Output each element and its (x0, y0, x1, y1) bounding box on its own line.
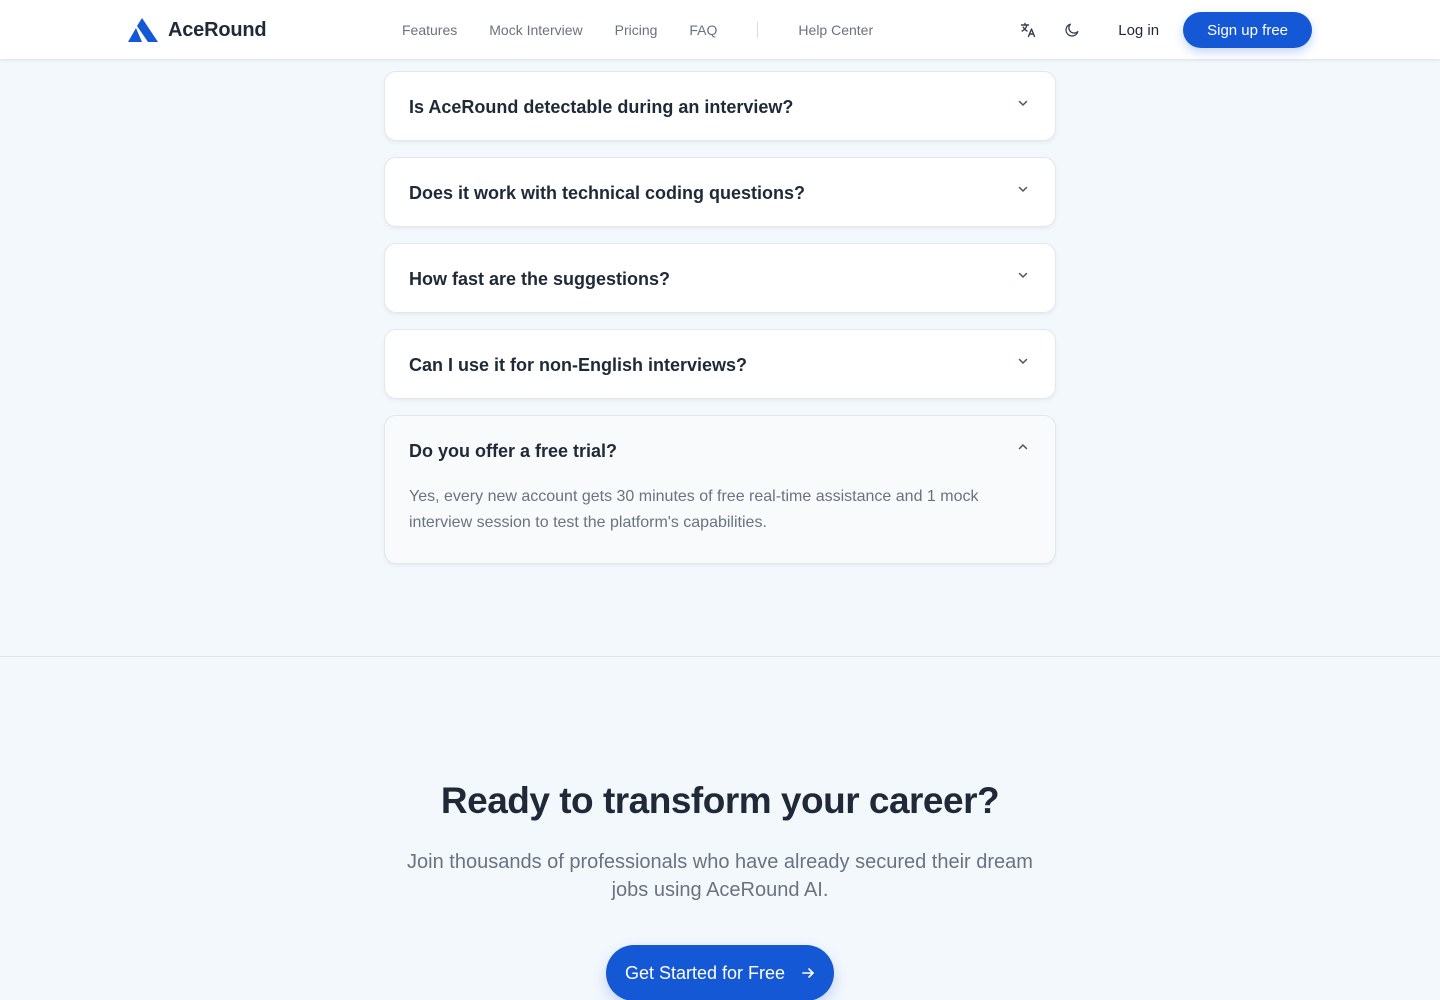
moon-icon (1065, 23, 1079, 37)
nav-link-help-center[interactable]: Help Center (798, 22, 873, 38)
chevron-down-icon (1017, 355, 1029, 367)
nav-divider (757, 22, 759, 38)
get-started-button[interactable]: Get Started for Free (606, 945, 834, 1000)
section-divider (0, 656, 1440, 657)
theme-toggle-button[interactable] (1056, 14, 1088, 46)
main-nav: Features Mock Interview Pricing FAQ Help… (402, 0, 873, 60)
faq-question: Is AceRound detectable during an intervi… (409, 97, 794, 117)
faq-item[interactable]: Does it work with technical coding quest… (384, 157, 1056, 227)
faq-item[interactable]: How fast are the suggestions? (384, 243, 1056, 313)
faq-question: Does it work with technical coding quest… (409, 183, 806, 203)
chevron-down-icon (1017, 269, 1029, 281)
chevron-up-icon (1017, 441, 1029, 453)
chevron-down-icon (1017, 97, 1029, 109)
chevron-down-icon (1017, 183, 1029, 195)
faq-answer: Yes, every new account gets 30 minutes o… (409, 488, 979, 531)
faq-item-expanded[interactable]: Do you offer a free trial? Yes, every ne… (384, 415, 1056, 564)
site-header: AceRound Features Mock Interview Pricing… (0, 0, 1440, 60)
faq-item[interactable]: Is AceRound detectable during an intervi… (384, 71, 1056, 141)
nav-link-features[interactable]: Features (402, 22, 457, 38)
brand-logo[interactable]: AceRound (128, 16, 267, 44)
arrow-right-icon (801, 966, 815, 980)
faq-question: Do you offer a free trial? (409, 441, 618, 461)
faq-question: Can I use it for non-English interviews? (409, 355, 748, 375)
nav-link-pricing[interactable]: Pricing (615, 22, 658, 38)
faq-question: How fast are the suggestions? (409, 269, 671, 289)
signup-button[interactable]: Sign up free (1183, 12, 1312, 48)
translate-icon (1021, 22, 1036, 38)
nav-link-faq[interactable]: FAQ (689, 22, 717, 38)
faq-list: Is AceRound detectable during an intervi… (384, 71, 1056, 580)
cta-title: Ready to transform your career? (440, 780, 1000, 821)
language-button[interactable] (1012, 14, 1044, 46)
faq-item[interactable]: Can I use it for non-English interviews? (384, 329, 1056, 399)
header-actions: Log in Sign up free (1012, 12, 1312, 48)
mountain-logo-icon (128, 18, 158, 42)
login-link[interactable]: Log in (1118, 22, 1159, 39)
cta-subtitle: Join thousands of professionals who have… (407, 851, 1033, 901)
nav-link-mock-interview[interactable]: Mock Interview (489, 22, 582, 38)
brand-name: AceRound (168, 18, 267, 41)
get-started-label: Get Started for Free (624, 962, 786, 983)
